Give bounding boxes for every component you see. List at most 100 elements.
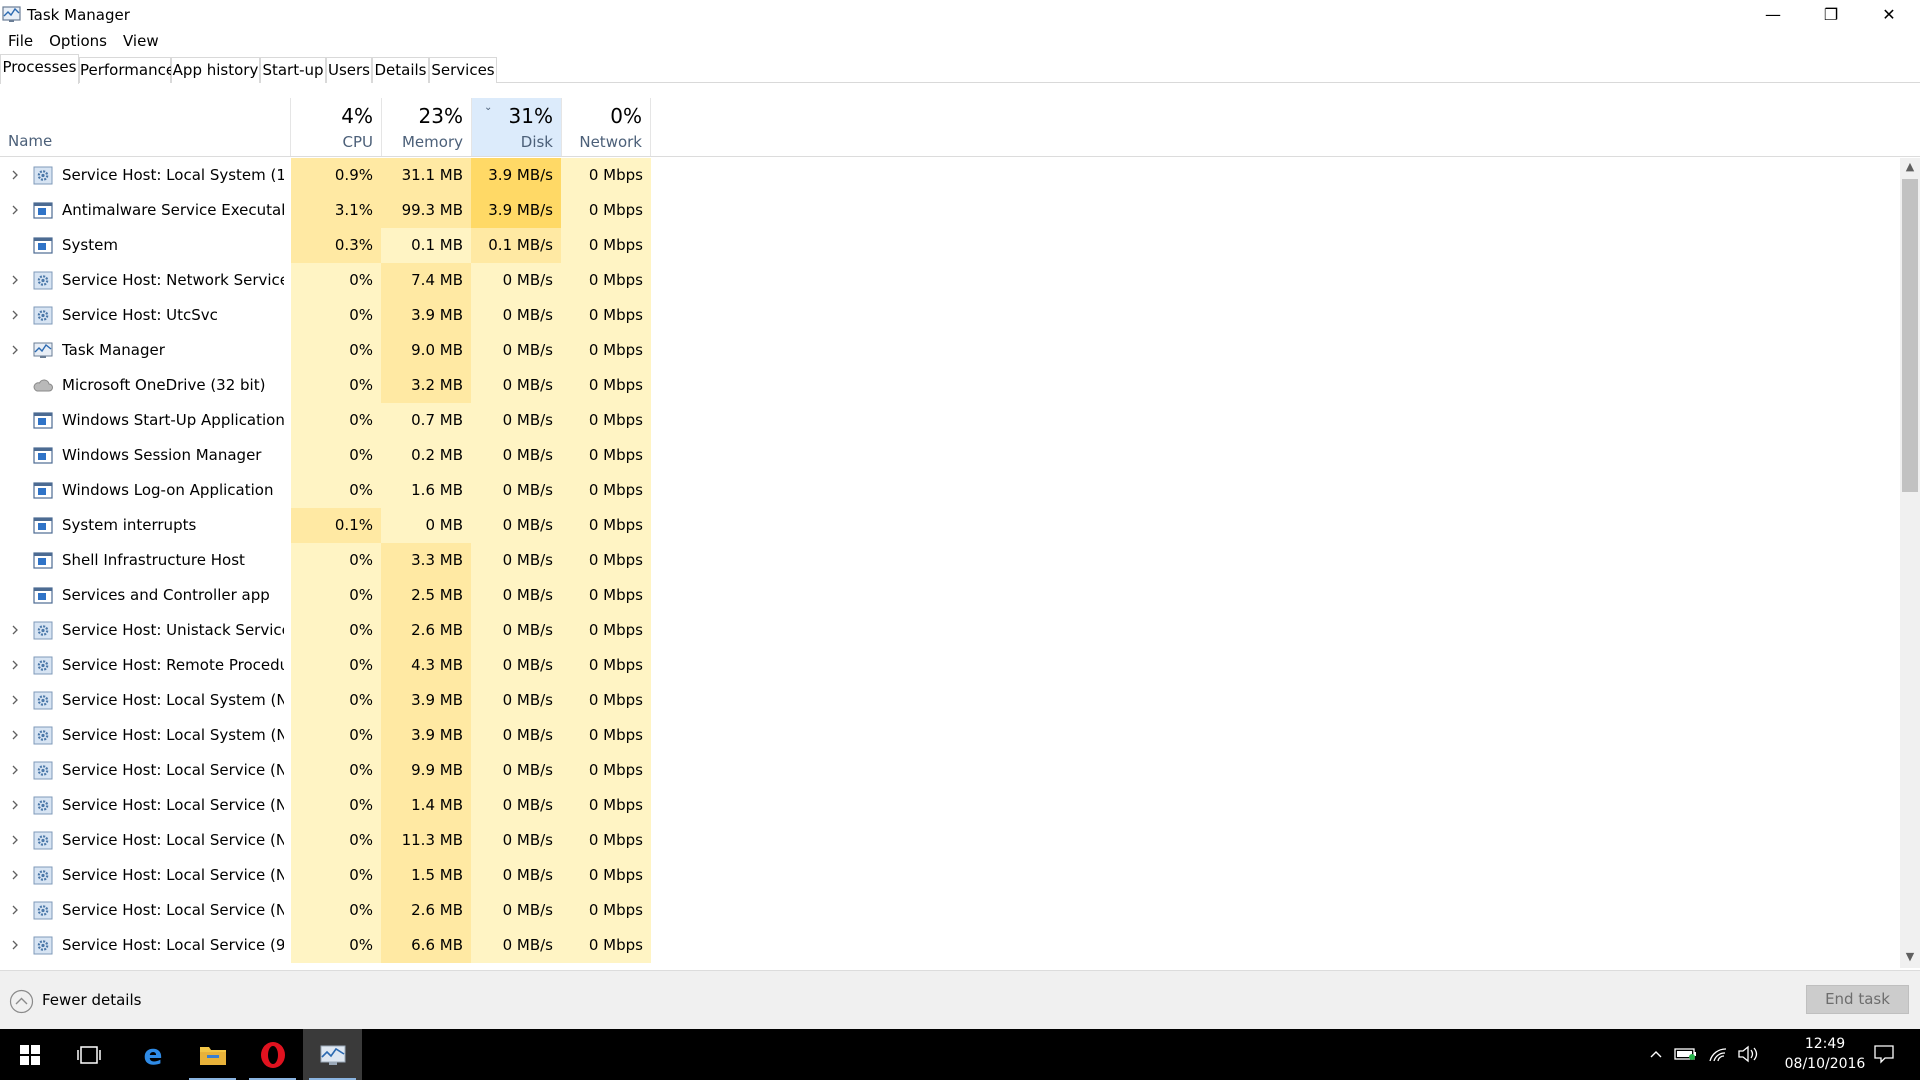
expand-chevron-icon[interactable]: [9, 624, 21, 636]
task-manager-taskbar-button[interactable]: [303, 1029, 362, 1080]
process-row[interactable]: Task Manager 0% 9.0 MB 0 MB/s 0 Mbps: [0, 333, 1900, 368]
process-row[interactable]: System 0.3% 0.1 MB 0.1 MB/s 0 Mbps: [0, 228, 1900, 263]
memory-value: 0.2 MB: [381, 438, 471, 473]
expand-chevron-icon[interactable]: [9, 309, 21, 321]
window-title: Task Manager: [27, 6, 130, 24]
column-cpu-header[interactable]: 4% CPU: [290, 98, 381, 156]
column-memory-header[interactable]: 23% Memory: [381, 98, 471, 156]
cpu-total-percent: 4%: [341, 104, 373, 128]
memory-value: 4.3 MB: [381, 648, 471, 683]
process-row[interactable]: Windows Log-on Application 0% 1.6 MB 0 MB/s…: [0, 473, 1900, 508]
close-button[interactable]: ✕: [1860, 0, 1918, 29]
cpu-value: 0%: [291, 543, 381, 578]
process-row[interactable]: Service Host: Local Service (Net... 0%2.6…: [0, 893, 1900, 928]
expand-chevron-icon[interactable]: [9, 729, 21, 741]
disk-column-label: Disk: [520, 133, 553, 151]
edge-taskbar-button[interactable]: e: [123, 1029, 182, 1080]
menu-view[interactable]: View: [115, 30, 167, 52]
process-name: Microsoft OneDrive (32 bit): [62, 376, 266, 394]
show-hidden-icons-button[interactable]: [1646, 1043, 1666, 1065]
process-row[interactable]: Service Host: Local System (Net... 0%3.9 …: [0, 718, 1900, 753]
fewer-details-link[interactable]: Fewer details: [42, 991, 141, 1009]
tab-start-up[interactable]: Start-up: [260, 57, 326, 83]
memory-value: 3.9 MB: [381, 718, 471, 753]
chevron-up-circle-icon[interactable]: [9, 989, 34, 1014]
gear-icon: [33, 796, 53, 815]
restore-button[interactable]: ❐: [1802, 0, 1860, 29]
task-view-button[interactable]: [59, 1029, 118, 1080]
process-row[interactable]: Windows Session Manager 0% 0.2 MB 0 MB/s 0 M…: [0, 438, 1900, 473]
title-bar[interactable]: Task Manager — ❐ ✕: [0, 0, 1920, 29]
process-row[interactable]: Service Host: Network Service (4) 0%7.4 M…: [0, 263, 1900, 298]
app-window-icon: [33, 482, 53, 499]
tab-performance[interactable]: Performance: [79, 57, 175, 83]
scroll-down-icon[interactable]: ▼: [1904, 950, 1916, 964]
sort-descending-icon: ⌄: [484, 102, 493, 113]
app-window-icon: [33, 552, 53, 569]
process-row[interactable]: Service Host: Unistack Service G... 0%2.6…: [0, 613, 1900, 648]
expand-chevron-icon[interactable]: [9, 274, 21, 286]
process-row[interactable]: Antimalware Service Executable 3.1% 99.3 M…: [0, 193, 1900, 228]
process-row[interactable]: Microsoft OneDrive (32 bit) 0% 3.2 MB 0 MB/…: [0, 368, 1900, 403]
network-status[interactable]: [1704, 1043, 1732, 1065]
process-row[interactable]: Service Host: Local Service (Net... 0%1.5…: [0, 858, 1900, 893]
gear-icon: [33, 656, 53, 675]
network-total-percent: 0%: [610, 104, 642, 128]
task-manager-icon: [2, 6, 21, 22]
process-row[interactable]: Shell Infrastructure Host 0% 3.3 MB 0 MB/s 0…: [0, 543, 1900, 578]
process-row[interactable]: System interrupts 0.1% 0 MB 0 MB/s 0 Mbps: [0, 508, 1900, 543]
process-row[interactable]: Service Host: Local Service (No I... 0%1.…: [0, 788, 1900, 823]
file-explorer-taskbar-button[interactable]: [183, 1029, 242, 1080]
scroll-up-icon[interactable]: ▲: [1904, 160, 1916, 174]
tab-processes[interactable]: Processes: [0, 54, 79, 84]
column-network-header[interactable]: 0% Network: [561, 98, 651, 156]
process-row[interactable]: Services and Controller app 0% 2.5 MB 0 MB/…: [0, 578, 1900, 613]
expand-chevron-icon[interactable]: [9, 694, 21, 706]
expand-chevron-icon[interactable]: [9, 169, 21, 181]
tab-app-history[interactable]: App history: [171, 57, 260, 83]
clock-time[interactable]: 12:49: [1790, 1036, 1860, 1052]
clock-date[interactable]: 08/10/2016: [1776, 1056, 1874, 1072]
disk-value: 0 MB/s: [471, 613, 561, 648]
tab-services[interactable]: Services: [429, 57, 497, 83]
process-row[interactable]: Windows Start-Up Application 0% 0.7 MB 0 MB…: [0, 403, 1900, 438]
process-row[interactable]: Service Host: Local Service (9) 0% 6.6 MB 0…: [0, 928, 1900, 963]
process-list[interactable]: Service Host: Local System (18) 0.9% 31.1 …: [0, 158, 1900, 968]
menu-file[interactable]: File: [0, 30, 41, 52]
action-center-button[interactable]: [1864, 1041, 1904, 1067]
memory-value: 3.3 MB: [381, 543, 471, 578]
vertical-scrollbar[interactable]: ▲ ▼: [1900, 158, 1920, 968]
expand-chevron-icon[interactable]: [9, 834, 21, 846]
menu-options[interactable]: Options: [41, 30, 115, 52]
process-row[interactable]: Service Host: Remote Procedure... 0%4.3 M…: [0, 648, 1900, 683]
expand-chevron-icon[interactable]: [9, 904, 21, 916]
opera-taskbar-button[interactable]: [243, 1029, 302, 1080]
expand-chevron-icon[interactable]: [9, 344, 21, 356]
process-row[interactable]: Service Host: Local Service (Net... 0%11.…: [0, 823, 1900, 858]
memory-value: 2.6 MB: [381, 893, 471, 928]
network-value: 0 Mbps: [561, 403, 651, 438]
expand-chevron-icon[interactable]: [9, 764, 21, 776]
start-button[interactable]: [0, 1029, 59, 1080]
disk-value: 0 MB/s: [471, 403, 561, 438]
process-row[interactable]: Service Host: Local Service (No ... 0%9.9…: [0, 753, 1900, 788]
end-task-button[interactable]: End task: [1806, 985, 1909, 1014]
tab-details[interactable]: Details: [372, 57, 429, 83]
volume-control[interactable]: [1734, 1043, 1762, 1065]
process-row[interactable]: Service Host: UtcSvc 0% 3.9 MB 0 MB/s 0 Mbps: [0, 298, 1900, 333]
column-name-header[interactable]: Name: [8, 132, 52, 150]
process-row[interactable]: Service Host: Local System (18) 0.9% 31.1 …: [0, 158, 1900, 193]
scrollbar-thumb[interactable]: [1902, 179, 1918, 492]
disk-value: 0 MB/s: [471, 473, 561, 508]
process-row[interactable]: Service Host: Local System (Net... 0%3.9 …: [0, 683, 1900, 718]
expand-chevron-icon[interactable]: [9, 869, 21, 881]
minimize-button[interactable]: —: [1744, 0, 1802, 29]
battery-status[interactable]: [1672, 1043, 1700, 1065]
tab-users[interactable]: Users: [326, 57, 372, 83]
expand-chevron-icon[interactable]: [9, 204, 21, 216]
expand-chevron-icon[interactable]: [9, 939, 21, 951]
restore-icon: ❐: [1823, 5, 1839, 24]
expand-chevron-icon[interactable]: [9, 659, 21, 671]
cpu-value: 0%: [291, 858, 381, 893]
expand-chevron-icon[interactable]: [9, 799, 21, 811]
